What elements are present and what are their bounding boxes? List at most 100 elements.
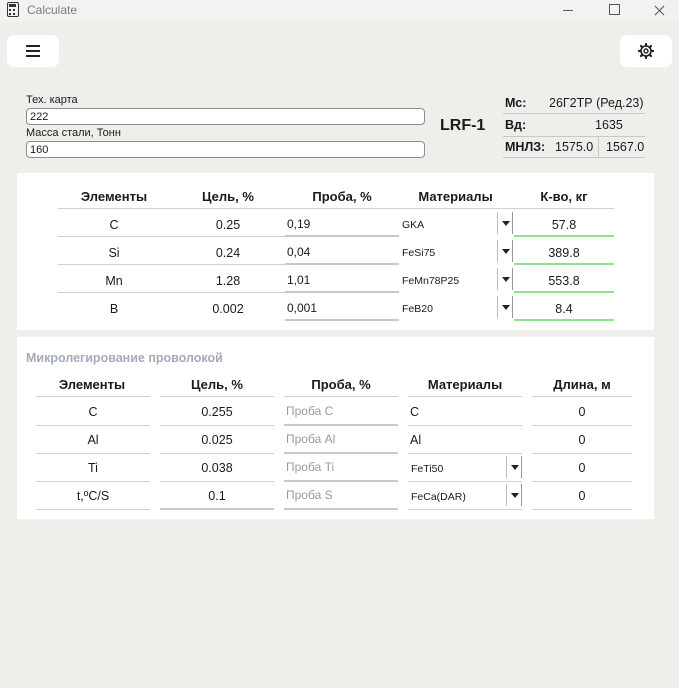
alloy-probe-input[interactable]: 0,001 (287, 301, 317, 315)
divider (514, 319, 614, 321)
mc-value: 26Г2ТР (Ред.23) (549, 96, 644, 110)
wire-target: 0.255 (201, 405, 233, 419)
divider (58, 208, 614, 209)
divider (532, 396, 632, 397)
alloy-header-materials: Материалы (418, 189, 493, 204)
steel-mass-label: Масса стали, Тонн (26, 127, 121, 139)
chevron-down-icon[interactable] (497, 268, 513, 290)
wire-length: 0 (578, 489, 586, 503)
alloy-probe-input[interactable]: 0,04 (287, 245, 310, 259)
divider (58, 292, 285, 293)
wire-header-length: Длина, м (553, 377, 611, 392)
menu-button[interactable] (7, 35, 59, 67)
chevron-down-icon[interactable] (497, 296, 513, 318)
vd-value: 1635 (595, 118, 623, 132)
tech-card-input[interactable]: 222 (26, 108, 425, 125)
divider (285, 319, 399, 321)
divider (284, 480, 398, 482)
divider (36, 453, 150, 454)
alloy-target: 0.25 (215, 218, 241, 232)
divider (284, 396, 398, 397)
divider (514, 263, 614, 265)
divider (532, 481, 632, 482)
chevron-down-icon[interactable] (506, 456, 522, 478)
divider (532, 453, 632, 454)
divider (408, 425, 522, 426)
wire-probe-input[interactable]: Проба S (286, 488, 333, 502)
alloy-probe-input[interactable]: 1,01 (287, 273, 310, 287)
alloy-material-select[interactable]: FeSi75 (402, 247, 435, 259)
divider (36, 509, 150, 510)
wire-header-probe: Проба, % (311, 377, 371, 392)
wire-length: 0 (578, 461, 586, 475)
alloy-material-select[interactable]: GKA (402, 219, 424, 231)
divider (408, 481, 522, 482)
divider (58, 264, 285, 265)
divider (285, 291, 399, 293)
divider (160, 481, 274, 482)
calculator-icon (7, 2, 19, 17)
alloy-amount: 57.8 (551, 218, 577, 232)
divider (532, 509, 632, 510)
alloy-material-select[interactable]: FeB20 (402, 303, 433, 315)
window-title: Calculate (27, 3, 78, 17)
wire-material: Al (410, 433, 422, 447)
divider (58, 236, 285, 237)
alloy-probe-input[interactable]: 0,19 (287, 217, 310, 231)
alloy-target: 0.002 (212, 302, 244, 316)
settings-button[interactable] (620, 35, 672, 67)
vd-label: Вд: (505, 118, 527, 132)
divider (408, 509, 522, 510)
wire-element: C (88, 405, 98, 419)
close-button[interactable] (636, 0, 679, 22)
alloy-header-elements: Элементы (80, 189, 148, 204)
mc-label: Мс: (505, 96, 527, 110)
divider (598, 137, 599, 157)
wire-header-target: Цель, % (191, 377, 243, 392)
divider (514, 291, 614, 293)
title-bar: Calculate (0, 0, 679, 22)
mnlz-value-2: 1567.0 (606, 140, 645, 154)
minimize-button[interactable] (545, 0, 591, 22)
divider (285, 235, 399, 237)
divider (284, 452, 398, 454)
divider (284, 424, 398, 426)
alloy-amount: 8.4 (555, 302, 573, 316)
wire-target: 0.038 (201, 461, 233, 475)
alloy-material-select[interactable]: FeMn78P25 (402, 275, 459, 287)
wire-material-select[interactable]: FeCa(DAR) (411, 491, 466, 503)
divider (36, 396, 150, 397)
wire-probe-input[interactable]: Проба C (286, 404, 333, 418)
chevron-down-icon[interactable] (497, 240, 513, 262)
divider (36, 425, 150, 426)
steel-mass-input[interactable]: 160 (26, 141, 425, 158)
maximize-button[interactable] (591, 0, 637, 22)
wire-header-materials: Материалы (427, 377, 503, 392)
wire-probe-input[interactable]: Проба Al (286, 432, 335, 446)
wire-material-select[interactable]: FeTi50 (411, 463, 443, 475)
alloy-element: Mn (105, 274, 123, 288)
divider (160, 508, 274, 510)
chevron-down-icon[interactable] (506, 484, 522, 506)
tech-card-label: Тех. карта (26, 94, 78, 106)
divider (503, 113, 645, 114)
wire-target: 0.025 (201, 433, 233, 447)
divider (408, 396, 522, 397)
divider (532, 425, 632, 426)
chevron-down-icon[interactable] (497, 212, 513, 234)
wire-section-title: Микролегирование проволокой (26, 351, 223, 365)
alloy-header-probe: Проба, % (312, 189, 372, 204)
divider (160, 396, 274, 397)
divider (503, 136, 645, 137)
divider (503, 157, 645, 158)
wire-element: Ti (88, 461, 98, 475)
wire-probe-input[interactable]: Проба Ti (286, 460, 334, 474)
alloy-amount: 553.8 (548, 274, 580, 288)
mnlz-label: МНЛЗ: (505, 140, 546, 154)
mnlz-value-1: 1575.0 (555, 140, 594, 154)
alloy-target: 1.28 (215, 274, 241, 288)
alloy-element: B (109, 302, 119, 316)
divider (285, 263, 399, 265)
wire-target: 0.1 (208, 489, 226, 503)
wire-length: 0 (578, 433, 586, 447)
